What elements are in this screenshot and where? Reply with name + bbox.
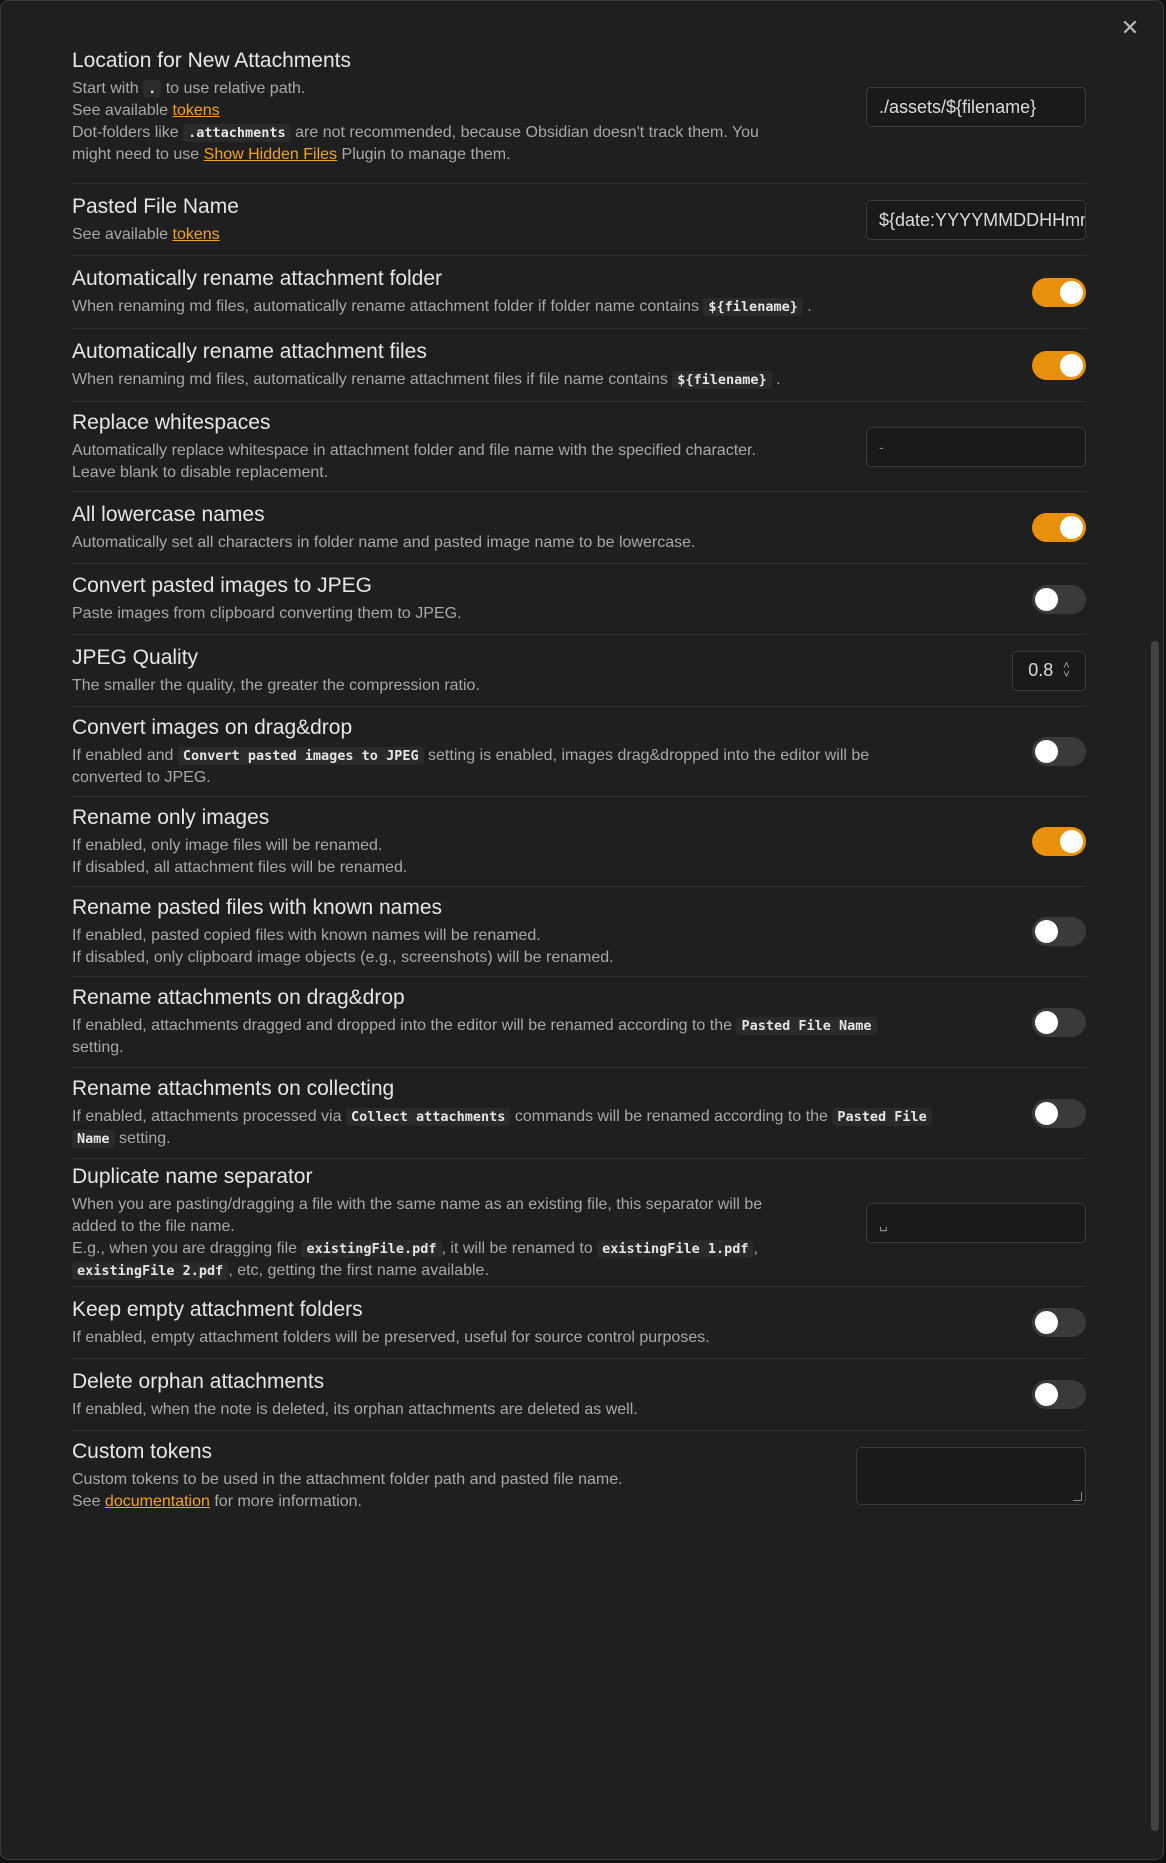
setting-description: If enabled, when the note is deleted, it… <box>72 1400 638 1418</box>
rename-files-toggle[interactable] <box>1032 350 1086 380</box>
location-input[interactable]: ./assets/${filename} <box>866 87 1086 127</box>
setting-description: If enabled, attachments processed via Co… <box>72 1106 1012 1150</box>
setting-keep-empty-folders: Keep empty attachment folders If enabled… <box>72 1286 1086 1358</box>
setting-rename-collecting: Rename attachments on collecting If enab… <box>72 1067 1086 1158</box>
chevron-updown-icon: ˄ ˅ <box>1063 659 1070 681</box>
rename-folder-toggle[interactable] <box>1032 277 1086 307</box>
setting-duplicate-separator: Duplicate name separator When you are pa… <box>72 1158 1086 1286</box>
pasted-file-name-input[interactable]: ${date:YYYYMMDDHHmmssSSS} <box>866 199 1086 240</box>
setting-name: All lowercase names <box>72 502 265 526</box>
setting-name: Custom tokens <box>72 1439 213 1463</box>
setting-name: Convert images on drag&drop <box>72 715 353 739</box>
setting-name: Pasted File Name <box>72 194 239 218</box>
rename-collecting-toggle[interactable] <box>1032 1098 1086 1128</box>
setting-name: Location for New Attachments <box>72 49 351 72</box>
setting-name: Rename attachments on collecting <box>72 1077 395 1100</box>
setting-description: If enabled, pasted copied files with kno… <box>72 926 614 966</box>
setting-name: Automatically rename attachment files <box>72 340 427 363</box>
settings-list: Location for New Attachments Start with … <box>72 31 1086 1520</box>
setting-name: Delete orphan attachments <box>72 1369 325 1393</box>
setting-description: Custom tokens to be used in the attachme… <box>72 1470 623 1510</box>
setting-delete-orphan: Delete orphan attachments If enabled, wh… <box>72 1358 1086 1430</box>
setting-description: Automatically replace whitespace in atta… <box>72 441 756 481</box>
whitespace-input[interactable]: - <box>866 426 1086 467</box>
setting-rename-dragdrop: Rename attachments on drag&drop If enabl… <box>72 976 1086 1067</box>
setting-description: When renaming md files, automatically re… <box>72 371 781 389</box>
setting-description: If enabled, only image files will be ren… <box>72 836 408 876</box>
setting-jpeg-quality: JPEG Quality The smaller the quality, th… <box>72 634 1086 706</box>
setting-name: Keep empty attachment folders <box>72 1297 363 1321</box>
convert-dragdrop-toggle[interactable] <box>1032 737 1086 766</box>
documentation-link[interactable]: documentation <box>105 1493 210 1510</box>
tokens-link[interactable]: tokens <box>173 102 220 119</box>
keep-empty-folders-toggle[interactable] <box>1032 1308 1086 1337</box>
setting-description: When renaming md files, automatically re… <box>72 298 812 316</box>
setting-description: Paste images from clipboard converting t… <box>72 605 462 622</box>
rename-dragdrop-toggle[interactable] <box>1032 1007 1086 1037</box>
setting-convert-jpeg: Convert pasted images to JPEG Paste imag… <box>72 563 1086 634</box>
known-names-toggle[interactable] <box>1032 917 1086 946</box>
setting-description: Automatically set all characters in fold… <box>72 533 696 551</box>
duplicate-separator-input[interactable]: ␣ <box>866 1202 1086 1243</box>
setting-name: Automatically rename attachment folder <box>72 267 443 290</box>
show-hidden-files-link[interactable]: Show Hidden Files <box>204 146 337 163</box>
settings-modal: ✕ Location for New Attachments Start wit… <box>0 0 1164 1860</box>
setting-name: Rename only images <box>72 805 270 829</box>
setting-name: Convert pasted images to JPEG <box>72 574 372 597</box>
setting-rename-folder: Automatically rename attachment folder W… <box>72 255 1086 328</box>
setting-description: If enabled, attachments dragged and drop… <box>72 1015 1012 1059</box>
close-icon[interactable]: ✕ <box>1115 13 1145 43</box>
setting-description: If enabled, empty attachment folders wil… <box>72 1328 710 1346</box>
setting-custom-tokens: Custom tokens Custom tokens to be used i… <box>72 1430 1086 1520</box>
setting-name: JPEG Quality <box>72 645 199 669</box>
tokens-link[interactable]: tokens <box>173 226 220 243</box>
scrollbar[interactable] <box>1151 641 1159 1831</box>
setting-description: See available tokens <box>72 225 220 243</box>
setting-name: Rename pasted files with known names <box>72 895 443 919</box>
setting-rename-only-images: Rename only images If enabled, only imag… <box>72 796 1086 886</box>
setting-name: Rename attachments on drag&drop <box>72 986 405 1009</box>
delete-orphan-toggle[interactable] <box>1032 1380 1086 1409</box>
rename-only-images-toggle[interactable] <box>1032 827 1086 856</box>
setting-location: Location for New Attachments Start with … <box>72 31 1086 183</box>
setting-convert-dragdrop: Convert images on drag&drop If enabled a… <box>72 706 1086 796</box>
setting-rename-files: Automatically rename attachment files Wh… <box>72 328 1086 401</box>
setting-name: Replace whitespaces <box>72 410 271 434</box>
setting-replace-whitespaces: Replace whitespaces Automatically replac… <box>72 401 1086 491</box>
convert-jpeg-toggle[interactable] <box>1032 584 1086 614</box>
setting-description: If enabled and Convert pasted images to … <box>72 746 870 786</box>
custom-tokens-textarea[interactable] <box>856 1446 1086 1505</box>
lowercase-toggle[interactable] <box>1032 513 1086 542</box>
setting-known-names: Rename pasted files with known names If … <box>72 886 1086 976</box>
jpeg-quality-select[interactable]: 0.8 ˄ ˅ <box>1012 650 1086 691</box>
setting-pasted-file-name: Pasted File Name See available tokens ${… <box>72 183 1086 255</box>
setting-description: The smaller the quality, the greater the… <box>72 676 480 694</box>
setting-name: Duplicate name separator <box>72 1164 313 1188</box>
setting-lowercase: All lowercase names Automatically set al… <box>72 491 1086 563</box>
setting-description: Start with . to use relative path. See a… <box>72 80 759 163</box>
setting-description: When you are pasting/dragging a file wit… <box>72 1195 763 1280</box>
